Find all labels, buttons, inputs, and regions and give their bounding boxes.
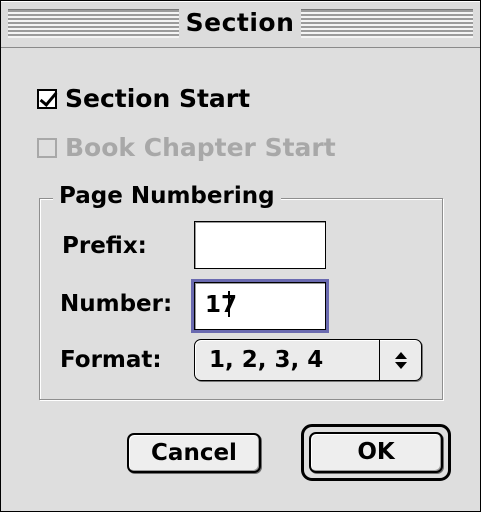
book-chapter-start-checkbox-row: Book Chapter Start xyxy=(37,133,336,163)
number-input-value: 17 xyxy=(205,292,238,318)
dialog-title: Section xyxy=(185,8,295,37)
format-popup-value: 1, 2, 3, 4 xyxy=(209,347,324,373)
format-popup[interactable]: 1, 2, 3, 4 xyxy=(194,339,422,381)
page-numbering-group-label: Page Numbering xyxy=(53,181,281,211)
text-caret xyxy=(228,291,230,317)
title-bar[interactable]: Section xyxy=(1,1,480,48)
book-chapter-start-checkbox xyxy=(37,138,57,158)
number-label: Number: xyxy=(60,291,173,317)
arrow-down-icon xyxy=(394,361,407,369)
section-dialog: Section Section Start Book Chapter Start… xyxy=(0,0,481,512)
arrow-up-icon xyxy=(394,351,407,359)
section-start-checkbox[interactable] xyxy=(37,89,57,109)
prefix-input[interactable] xyxy=(194,221,326,269)
up-down-arrows-icon[interactable] xyxy=(380,340,421,380)
cancel-button[interactable]: Cancel xyxy=(127,433,261,473)
ok-button[interactable]: OK xyxy=(309,432,443,473)
prefix-label: Prefix: xyxy=(62,233,147,259)
book-chapter-start-label: Book Chapter Start xyxy=(65,133,336,162)
title-bar-stripes-left xyxy=(8,9,179,38)
section-start-checkbox-row[interactable]: Section Start xyxy=(37,84,250,114)
format-label: Format: xyxy=(60,347,162,373)
title-bar-stripes-right xyxy=(301,9,473,38)
section-start-label[interactable]: Section Start xyxy=(65,84,250,114)
number-input[interactable]: 17 xyxy=(191,279,329,333)
